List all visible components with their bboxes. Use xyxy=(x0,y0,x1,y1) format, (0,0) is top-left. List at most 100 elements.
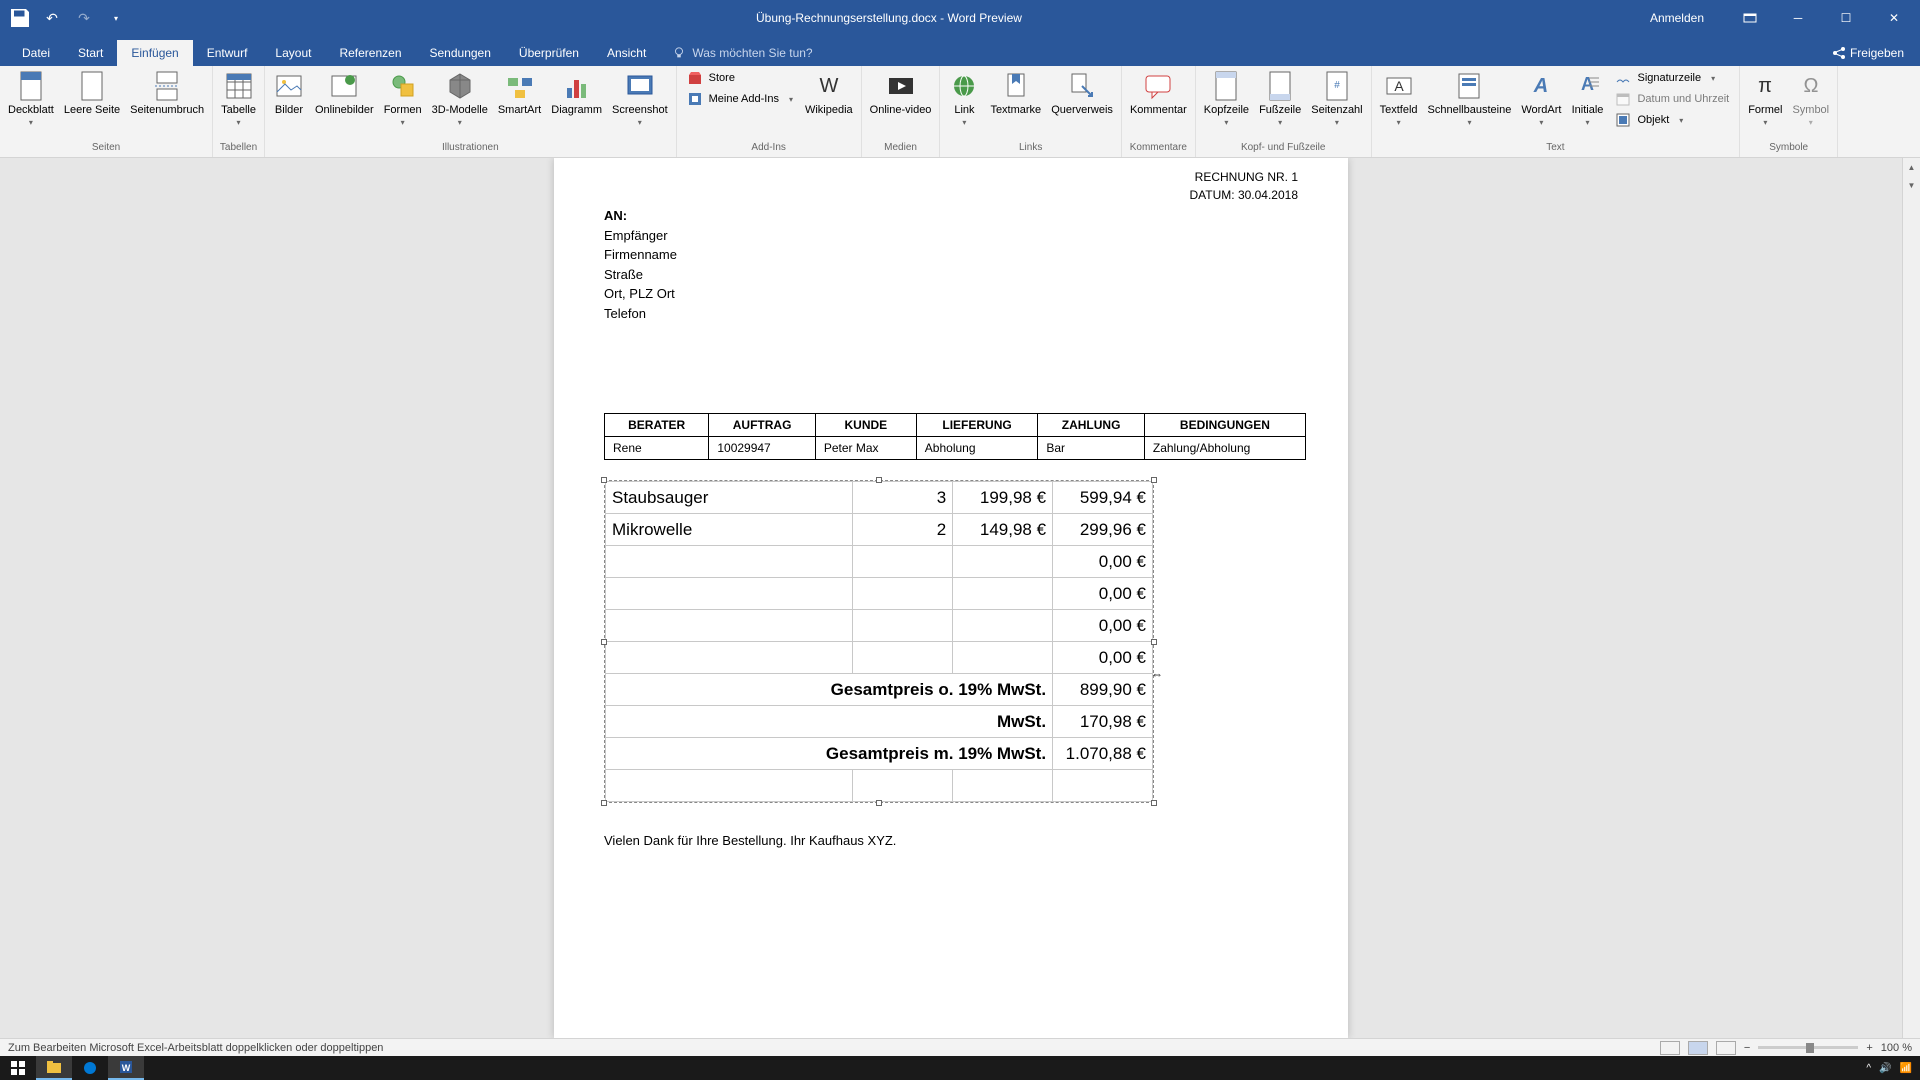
resize-handle[interactable] xyxy=(601,639,607,645)
zoom-slider[interactable] xyxy=(1758,1046,1858,1049)
seitenumbruch-button[interactable]: Seitenumbruch xyxy=(126,68,208,118)
fusszeile-button[interactable]: Fußzeile▾ xyxy=(1255,68,1305,129)
wordart-button[interactable]: AWordArt▾ xyxy=(1517,68,1565,129)
document-area[interactable]: RECHNUNG NR. 1 DATUM: 30.04.2018 AN: Emp… xyxy=(0,158,1902,1038)
formel-button[interactable]: πFormel▾ xyxy=(1744,68,1786,129)
vertical-scrollbar[interactable]: ▲ ▼ xyxy=(1902,158,1920,1038)
onlinevideo-button[interactable]: Online-video xyxy=(866,68,936,118)
ribbon-display-options[interactable] xyxy=(1728,0,1772,36)
diagramm-button[interactable]: Diagramm xyxy=(547,68,606,118)
item-total: 599,94 € xyxy=(1053,482,1153,514)
bilder-button[interactable]: Bilder xyxy=(269,68,309,118)
resize-handle[interactable] xyxy=(1151,800,1157,806)
tab-entwurf[interactable]: Entwurf xyxy=(193,40,262,66)
read-mode-button[interactable] xyxy=(1660,1041,1680,1055)
tab-einfuegen[interactable]: Einfügen xyxy=(117,40,192,66)
resize-handle[interactable] xyxy=(1151,639,1157,645)
save-button[interactable] xyxy=(8,6,32,30)
textbox-icon: A xyxy=(1383,70,1415,102)
seitenzahl-button[interactable]: #Seitenzahl▾ xyxy=(1307,68,1366,129)
cell-bedingungen: Zahlung/Abholung xyxy=(1144,437,1305,460)
embedded-excel-object[interactable]: ⇔ Staubsauger 3 199,98 € 599,94 €Mikrowe… xyxy=(604,480,1154,803)
undo-button[interactable]: ↶ xyxy=(40,6,64,30)
onlinebilder-button[interactable]: Onlinebilder xyxy=(311,68,378,118)
resize-handle[interactable] xyxy=(601,477,607,483)
task-word[interactable]: W xyxy=(108,1056,144,1080)
tab-layout[interactable]: Layout xyxy=(261,40,325,66)
tab-ueberpruefen[interactable]: Überprüfen xyxy=(505,40,593,66)
web-layout-button[interactable] xyxy=(1716,1041,1736,1055)
quick-parts-icon xyxy=(1453,70,1485,102)
formen-button[interactable]: Formen▾ xyxy=(380,68,426,129)
comment-icon xyxy=(1142,70,1174,102)
3d-modelle-button[interactable]: 3D-Modelle▾ xyxy=(428,68,492,129)
tab-ansicht[interactable]: Ansicht xyxy=(593,40,660,66)
tab-referenzen[interactable]: Referenzen xyxy=(325,40,415,66)
resize-handle[interactable] xyxy=(876,800,882,806)
invoice-date: DATUM: 30.04.2018 xyxy=(1190,186,1299,204)
item-price xyxy=(953,642,1053,674)
resize-handle[interactable] xyxy=(876,477,882,483)
group-kommentare: Kommentare xyxy=(1126,140,1191,155)
kommentar-button[interactable]: Kommentar xyxy=(1126,68,1191,118)
textmarke-button[interactable]: Textmarke xyxy=(986,68,1045,118)
windows-icon xyxy=(11,1061,25,1075)
screenshot-button[interactable]: Screenshot▾ xyxy=(608,68,672,129)
meine-addins-button[interactable]: Meine Add-Ins▾ xyxy=(681,89,799,109)
tabelle-button[interactable]: Tabelle▾ xyxy=(217,68,260,129)
page[interactable]: RECHNUNG NR. 1 DATUM: 30.04.2018 AN: Emp… xyxy=(554,158,1348,1038)
tab-sendungen[interactable]: Sendungen xyxy=(416,40,505,66)
start-button[interactable] xyxy=(0,1056,36,1080)
minimize-button[interactable]: ─ xyxy=(1776,0,1820,36)
link-button[interactable]: Link▾ xyxy=(944,68,984,129)
textfeld-button[interactable]: ATextfeld▾ xyxy=(1376,68,1422,129)
zoom-in-button[interactable]: + xyxy=(1866,1042,1872,1054)
qat-dropdown[interactable]: ▾ xyxy=(104,6,128,30)
recipient-city: Ort, PLZ Ort xyxy=(604,284,1298,304)
maximize-button[interactable]: ☐ xyxy=(1824,0,1868,36)
querverweis-button[interactable]: Querverweis xyxy=(1047,68,1117,118)
recipient-block: AN: Empfänger Firmenname Straße Ort, PLZ… xyxy=(604,206,1298,323)
objekt-button[interactable]: Objekt▾ xyxy=(1609,110,1735,130)
kopfzeile-button[interactable]: Kopfzeile▾ xyxy=(1200,68,1253,129)
item-qty xyxy=(853,642,953,674)
total-label: Gesamtpreis m. 19% MwSt. xyxy=(606,738,1053,770)
close-button[interactable]: ✕ xyxy=(1872,0,1916,36)
zoom-out-button[interactable]: − xyxy=(1744,1042,1750,1054)
leere-seite-button[interactable]: Leere Seite xyxy=(60,68,124,118)
header-bedingungen: BEDINGUNGEN xyxy=(1144,414,1305,437)
scroll-up-button[interactable]: ▲ xyxy=(1903,158,1920,176)
datum-uhrzeit-button[interactable]: Datum und Uhrzeit xyxy=(1609,89,1735,109)
zoom-level[interactable]: 100 % xyxy=(1881,1042,1912,1054)
equation-icon: π xyxy=(1749,70,1781,102)
item-total: 0,00 € xyxy=(1053,610,1153,642)
header-zahlung: ZAHLUNG xyxy=(1038,414,1145,437)
signaturzeile-button[interactable]: Signaturzeile▾ xyxy=(1609,68,1735,88)
scroll-down-button[interactable]: ▼ xyxy=(1903,176,1920,194)
resize-cursor-icon: ⇔ xyxy=(1151,667,1163,681)
smartart-button[interactable]: SmartArt xyxy=(494,68,545,118)
cell-kunde: Peter Max xyxy=(815,437,916,460)
wikipedia-button[interactable]: WWikipedia xyxy=(801,68,857,118)
tell-me-search[interactable]: Was möchten Sie tun? xyxy=(672,46,812,66)
redo-button[interactable]: ↷ xyxy=(72,6,96,30)
system-tray[interactable]: ^ 🔊 📶 xyxy=(1866,1063,1920,1074)
task-edge[interactable] xyxy=(72,1056,108,1080)
task-explorer[interactable] xyxy=(36,1056,72,1080)
schnellbausteine-button[interactable]: Schnellbausteine▾ xyxy=(1424,68,1516,129)
tab-datei[interactable]: Datei xyxy=(8,40,64,66)
tray-chevron-icon[interactable]: ^ xyxy=(1866,1063,1871,1074)
symbol-button[interactable]: ΩSymbol▾ xyxy=(1788,68,1833,129)
print-layout-button[interactable] xyxy=(1688,1041,1708,1055)
resize-handle[interactable] xyxy=(1151,477,1157,483)
share-button[interactable]: Freigeben xyxy=(1832,46,1904,60)
sign-in-link[interactable]: Anmelden xyxy=(1650,11,1704,25)
resize-handle[interactable] xyxy=(601,800,607,806)
tray-network-icon[interactable]: 📶 xyxy=(1900,1063,1912,1074)
tab-start[interactable]: Start xyxy=(64,40,117,66)
initiale-button[interactable]: AInitiale▾ xyxy=(1567,68,1607,129)
group-text: Text xyxy=(1376,140,1736,155)
tray-volume-icon[interactable]: 🔊 xyxy=(1879,1063,1891,1074)
store-button[interactable]: Store xyxy=(681,68,799,88)
deckblatt-button[interactable]: Deckblatt▾ xyxy=(4,68,58,129)
